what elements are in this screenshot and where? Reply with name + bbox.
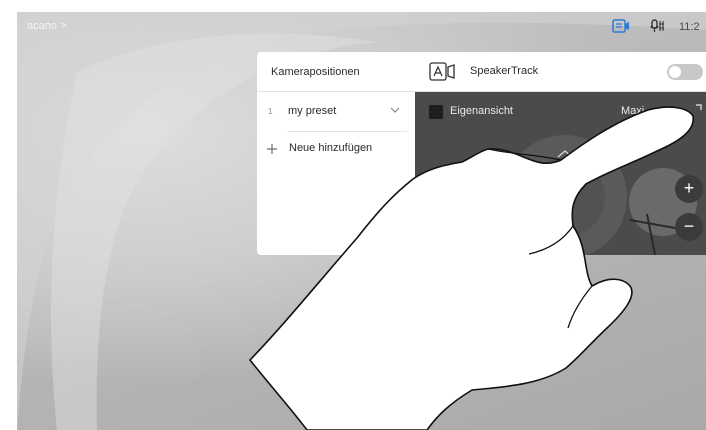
hand-illustration — [249, 106, 694, 430]
touch-screen: acano > 11:2 Kamerapositionen 1 my preset — [17, 12, 706, 430]
